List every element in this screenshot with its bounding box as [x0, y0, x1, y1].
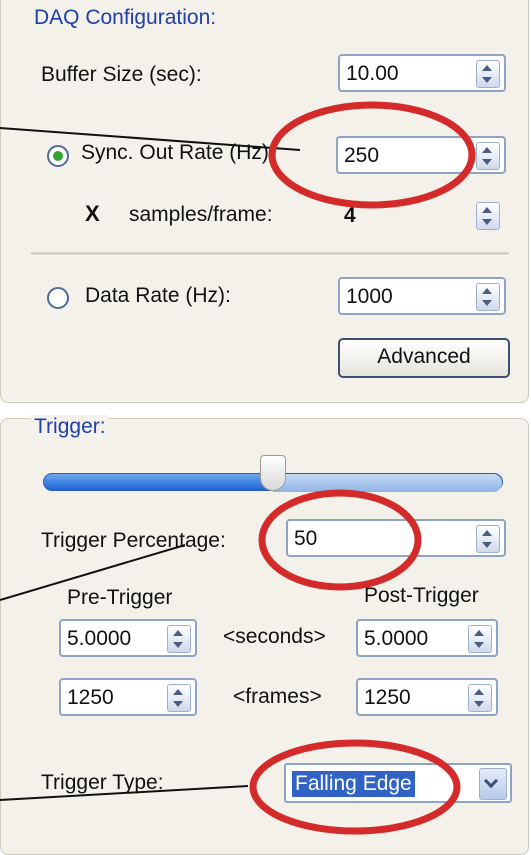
sync-out-rate-radio[interactable]: [47, 145, 69, 167]
trigger-group: Trigger: Trigger Percentage: 50 Pre-Trig…: [0, 415, 529, 855]
data-rate-spin-arrows[interactable]: [476, 283, 500, 311]
trigger-type-label: Trigger Type:: [41, 771, 164, 794]
daq-configuration-group: DAQ Configuration: Buffer Size (sec): 10…: [0, 0, 529, 403]
data-rate-spinner[interactable]: 1000: [338, 277, 506, 315]
seconds-unit-label: <seconds>: [223, 625, 326, 648]
trigger-title: Trigger:: [31, 415, 109, 439]
samples-per-frame-value[interactable]: 4: [344, 204, 356, 228]
trigger-slider-thumb[interactable]: [260, 455, 286, 491]
trigger-percentage-spin-arrows[interactable]: [476, 525, 500, 553]
data-rate-label: Data Rate (Hz):: [85, 284, 231, 307]
trigger-percentage-label: Trigger Percentage:: [41, 529, 226, 552]
trigger-percentage-value[interactable]: 50: [294, 527, 317, 551]
trigger-slider-remaining: [273, 474, 502, 492]
advanced-button[interactable]: Advanced: [338, 338, 510, 378]
trigger-type-selected-value[interactable]: Falling Edge: [292, 771, 415, 797]
buffer-size-spinner[interactable]: 10.00: [338, 54, 506, 92]
post-trigger-header: Post-Trigger: [364, 584, 479, 607]
post-trigger-seconds-spin-arrows[interactable]: [468, 625, 492, 653]
samples-per-frame-label: samples/frame:: [129, 203, 273, 226]
daq-configuration-title: DAQ Configuration:: [31, 6, 220, 30]
post-trigger-frames-spinner[interactable]: 1250: [356, 678, 498, 716]
samples-per-frame-spin-arrows[interactable]: [476, 202, 500, 230]
pre-trigger-frames-spinner[interactable]: 1250: [59, 678, 197, 716]
post-trigger-frames-spin-arrows[interactable]: [468, 684, 492, 712]
pre-trigger-frames-spin-arrows[interactable]: [167, 684, 191, 712]
trigger-type-select[interactable]: Falling Edge: [284, 763, 512, 803]
radio-selected-dot: [53, 151, 63, 161]
sync-out-rate-label: Sync. Out Rate (Hz):: [81, 141, 275, 164]
buffer-size-label: Buffer Size (sec):: [41, 63, 202, 86]
pre-trigger-header: Pre-Trigger: [67, 586, 173, 609]
pre-trigger-seconds-spin-arrows[interactable]: [167, 625, 191, 653]
post-trigger-seconds-value[interactable]: 5.0000: [364, 627, 428, 651]
sync-out-rate-value[interactable]: 250: [344, 144, 379, 168]
trigger-percentage-spinner[interactable]: 50: [286, 519, 506, 557]
sync-out-rate-spinner[interactable]: 250: [336, 136, 506, 174]
chevron-down-icon[interactable]: [479, 768, 507, 800]
post-trigger-frames-value[interactable]: 1250: [364, 686, 411, 710]
separator: [31, 252, 509, 256]
pre-trigger-seconds-value[interactable]: 5.0000: [67, 627, 131, 651]
buffer-size-value[interactable]: 10.00: [346, 62, 399, 86]
data-rate-value[interactable]: 1000: [346, 285, 393, 309]
samples-per-frame-spinner[interactable]: 4: [336, 196, 506, 234]
frames-unit-label: <frames>: [233, 685, 322, 708]
buffer-size-spin-arrows[interactable]: [476, 60, 500, 88]
post-trigger-seconds-spinner[interactable]: 5.0000: [356, 619, 498, 657]
data-rate-radio[interactable]: [47, 287, 69, 309]
multiply-icon: X: [85, 201, 100, 226]
sync-out-rate-spin-arrows[interactable]: [476, 142, 500, 170]
pre-trigger-seconds-spinner[interactable]: 5.0000: [59, 619, 197, 657]
pre-trigger-frames-value[interactable]: 1250: [67, 686, 114, 710]
